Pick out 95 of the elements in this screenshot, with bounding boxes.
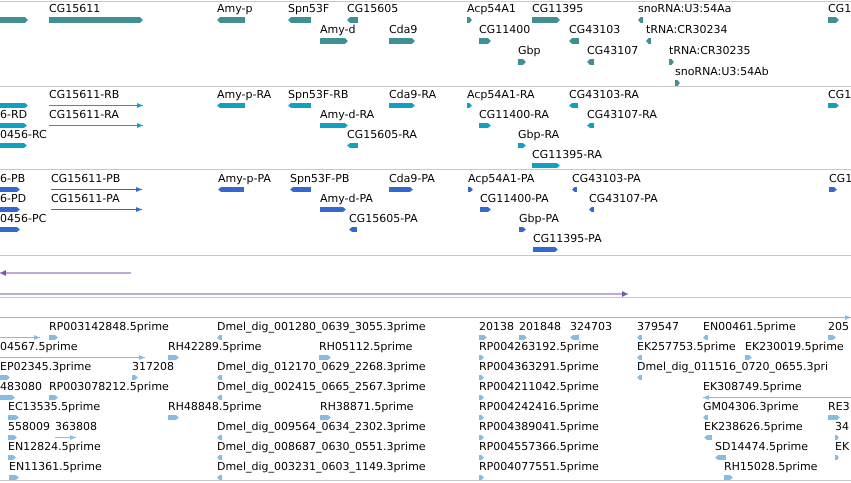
feature-label: Acp54A1	[467, 2, 516, 15]
feature-label: EC13535.5prime	[8, 400, 100, 413]
feature-label: CG11400	[479, 23, 530, 36]
feature-label: 201848	[519, 320, 561, 333]
feature-label: EP02345.3prime	[0, 360, 92, 373]
feature-label: CG11395	[532, 2, 584, 15]
feature-label: Acp54A1-PA	[468, 172, 534, 185]
feature-label: CG15605	[347, 2, 398, 15]
feature-label: Dmel_dig_001280_0639_3055.3prime	[217, 320, 426, 333]
feature-label: 483080	[0, 380, 42, 393]
feature-label: Dmel_dig_002415_0665_2567.3prime	[217, 380, 426, 393]
feature-label: RH15028.5prime	[724, 460, 818, 473]
feature-label: RH38871.5prime	[320, 400, 414, 413]
feature-label: CG15611-PA	[51, 192, 120, 205]
feature-label: Amy-d-RA	[320, 108, 374, 121]
feature-label: Amy-p-PA	[218, 172, 271, 185]
feature-label: Spn53F-PB	[290, 172, 350, 185]
feature-label: CG1	[828, 2, 851, 15]
feature-label: CG43103-RA	[569, 88, 639, 101]
feature-label: Amy-d-PA	[320, 192, 373, 205]
feature-label: 0456-PC	[0, 212, 46, 225]
feature-label: EN12824.5prime	[8, 440, 101, 453]
feature-label: RH48848.5prime	[168, 400, 262, 413]
feature-label: CG43107-RA	[587, 108, 657, 121]
feature-label: Amy-d	[320, 23, 356, 36]
feature-label: CG1	[828, 88, 851, 101]
feature-label: tRNA:CR30235	[669, 44, 751, 57]
feature-label: EK257753.5prime	[637, 340, 736, 353]
feature-label: Amy-p	[217, 2, 253, 15]
feature-label: 317208	[132, 360, 174, 373]
feature-label: RP004211042.5prime	[479, 380, 599, 393]
feature-label: 558009	[8, 420, 50, 433]
feature-label: Gbp	[518, 44, 540, 57]
feature-label: CG15605-PA	[349, 212, 418, 225]
feature-label: CG15611-RA	[49, 108, 119, 121]
feature-label: 363808	[55, 420, 97, 433]
feature-label: Cda9-PA	[389, 172, 435, 185]
feature-label: CG11400-RA	[479, 108, 549, 121]
feature-label: Cda9-RA	[389, 88, 436, 101]
feature-label: Gbp-PA	[519, 212, 559, 225]
feature-label: CG43107-PA	[589, 192, 658, 205]
feature-label: CG15611	[49, 2, 100, 15]
feature-label: 324703	[570, 320, 612, 333]
feature-label: Spn53F-RB	[288, 88, 348, 101]
feature-label: RP004363291.5prime	[479, 360, 599, 373]
feature-label: RP004557366.5prime	[479, 440, 599, 453]
feature-label: Cda9	[389, 23, 418, 36]
feature-label: 20138	[479, 320, 514, 333]
feature-label: CG1	[829, 172, 851, 185]
feature-label: CG15605-RA	[347, 128, 417, 141]
feature-label: 34	[835, 420, 849, 433]
feature-label: snoRNA:U3:54Ab	[675, 65, 769, 78]
feature-label: EK238626.5prime	[704, 420, 803, 433]
feature-label: RP004242416.5prime	[479, 400, 599, 413]
feature-label: 205	[828, 320, 849, 333]
feature-label: EK308749.5prime	[703, 380, 802, 393]
feature-label: Dmel_dig_008687_0630_0551.3prime	[217, 440, 426, 453]
feature-label: 379547	[637, 320, 679, 333]
feature-label: CG15611-RB	[49, 88, 120, 101]
feature-label: CG43107	[587, 44, 638, 57]
feature-label: CG43103	[569, 23, 620, 36]
feature-label: EN00461.5prime	[703, 320, 796, 333]
feature-label: RP003078212.5prime	[49, 380, 169, 393]
feature-label: Amy-p-RA	[217, 88, 272, 101]
feature-label: Gbp-RA	[518, 128, 560, 141]
feature-label: RP004077551.5prime	[479, 460, 599, 473]
feature-label: RP004389041.5prime	[479, 420, 599, 433]
feature-label: EK230019.5prime	[745, 340, 844, 353]
feature-label: RP003142848.5prime	[49, 320, 169, 333]
feature-label: CG11400-PA	[480, 192, 549, 205]
feature-label: Dmel_dig_012170_0629_2268.3prime	[217, 360, 426, 373]
feature-label: RP004263192.5prime	[479, 340, 599, 353]
feature-label: Dmel_dig_011516_0720_0655.3pri	[637, 360, 828, 373]
feature-label: CG11395-PA	[533, 232, 602, 245]
feature-label: RH05112.5prime	[319, 340, 412, 353]
feature-label: SD14474.5prime	[715, 440, 808, 453]
feature-label: 6-RD	[0, 108, 28, 121]
feature-label: EN11361.5prime	[9, 460, 102, 473]
feature-label: Dmel_dig_009564_0634_2302.3prime	[217, 420, 426, 433]
feature-label: Acp54A1-RA	[467, 88, 535, 101]
feature-label: 0456-RC	[0, 128, 47, 141]
feature-label: Dmel_dig_003231_0603_1149.3prime	[217, 460, 426, 473]
feature-label: CG43103-PA	[572, 172, 641, 185]
feature-label: EK	[835, 440, 850, 453]
feature-label: 6-PB	[0, 172, 26, 185]
feature-label: 04567.5prime	[0, 340, 78, 353]
feature-label: RE3	[828, 400, 850, 413]
feature-label: 6-PD	[0, 192, 26, 205]
feature-label: tRNA:CR30234	[646, 23, 728, 36]
feature-label: snoRNA:U3:54Aa	[638, 2, 732, 15]
feature-label: Spn53F	[288, 2, 330, 15]
feature-label: GM04306.3prime	[703, 400, 799, 413]
feature-label: RH42289.5prime	[168, 340, 262, 353]
feature-label: CG15611-PB	[51, 172, 120, 185]
feature-label: CG11395-RA	[532, 148, 602, 161]
